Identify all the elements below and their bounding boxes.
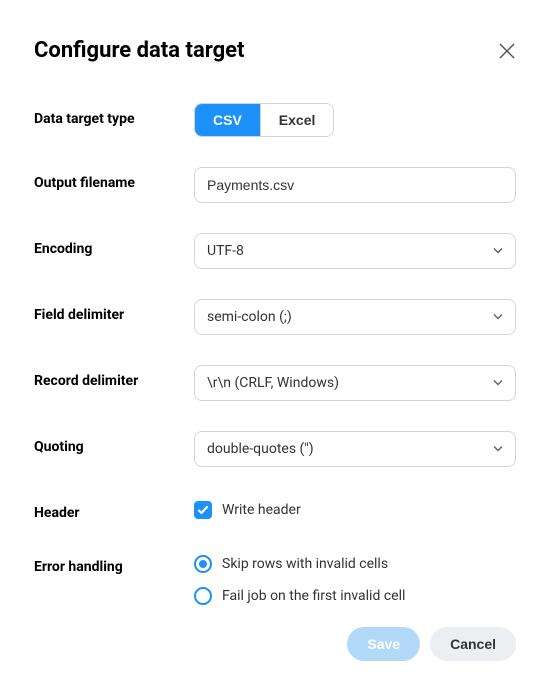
output-filename-input[interactable] xyxy=(194,167,516,203)
error-fail-radio[interactable] xyxy=(194,587,212,605)
field-delimiter-label: Field delimiter xyxy=(34,299,194,323)
save-button[interactable]: Save xyxy=(347,627,420,661)
data-target-type-label: Data target type xyxy=(34,103,194,127)
error-handling-label: Error handling xyxy=(34,551,194,575)
record-delimiter-select[interactable]: \r\n (CRLF, Windows) xyxy=(194,365,516,401)
write-header-text: Write header xyxy=(222,502,301,518)
cancel-button[interactable]: Cancel xyxy=(430,627,516,661)
close-icon[interactable] xyxy=(498,42,516,60)
write-header-checkbox[interactable] xyxy=(194,501,212,519)
toggle-csv[interactable]: CSV xyxy=(195,104,260,136)
toggle-excel[interactable]: Excel xyxy=(260,104,334,136)
output-filename-label: Output filename xyxy=(34,167,194,191)
error-skip-radio[interactable] xyxy=(194,555,212,573)
error-skip-text: Skip rows with invalid cells xyxy=(222,556,388,572)
header-label: Header xyxy=(34,497,194,521)
quoting-select[interactable]: double-quotes (") xyxy=(194,431,516,467)
encoding-label: Encoding xyxy=(34,233,194,257)
encoding-select[interactable]: UTF-8 xyxy=(194,233,516,269)
data-target-type-toggle: CSV Excel xyxy=(194,103,334,137)
field-delimiter-select[interactable]: semi-colon (;) xyxy=(194,299,516,335)
error-fail-text: Fail job on the first invalid cell xyxy=(222,588,405,604)
quoting-label: Quoting xyxy=(34,431,194,455)
dialog-title: Configure data target xyxy=(34,38,244,63)
record-delimiter-label: Record delimiter xyxy=(34,365,194,389)
